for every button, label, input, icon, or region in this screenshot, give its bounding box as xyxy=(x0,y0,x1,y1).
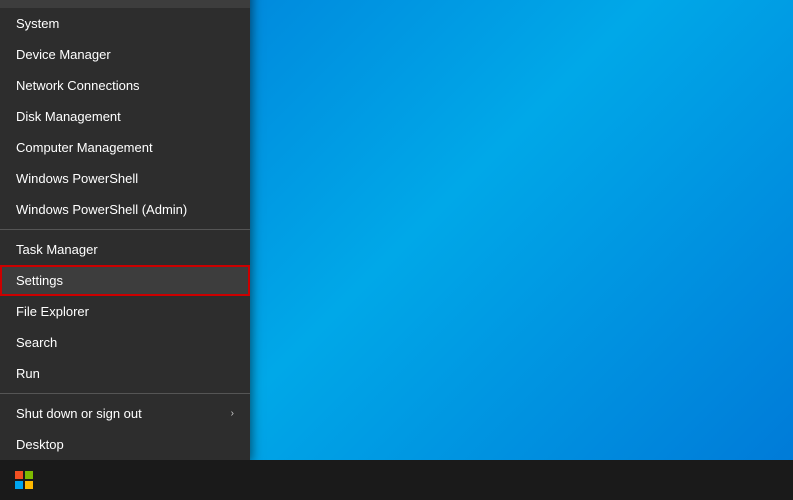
menu-separator xyxy=(0,229,250,230)
menu-item-label-search: Search xyxy=(16,335,57,350)
menu-item-windows-powershell[interactable]: Windows PowerShell xyxy=(0,163,250,194)
menu-item-label-desktop: Desktop xyxy=(16,437,64,452)
start-icon-red xyxy=(15,471,23,479)
start-button[interactable] xyxy=(0,460,48,500)
menu-item-task-manager[interactable]: Task Manager xyxy=(0,234,250,265)
menu-item-label-windows-powershell-admin: Windows PowerShell (Admin) xyxy=(16,202,187,217)
windows-logo-icon xyxy=(15,471,33,489)
start-icon-yellow xyxy=(25,481,33,489)
desktop: Apps and FeaturesPower OptionsEvent View… xyxy=(0,0,793,500)
menu-item-event-viewer[interactable]: Event Viewer xyxy=(0,0,250,8)
taskbar xyxy=(0,460,793,500)
menu-item-label-system: System xyxy=(16,16,59,31)
menu-item-device-manager[interactable]: Device Manager xyxy=(0,39,250,70)
start-icon-blue xyxy=(15,481,23,489)
menu-item-settings[interactable]: Settings xyxy=(0,265,250,296)
menu-item-shut-down-or-sign-out[interactable]: Shut down or sign out › xyxy=(0,398,250,429)
menu-item-file-explorer[interactable]: File Explorer xyxy=(0,296,250,327)
menu-item-computer-management[interactable]: Computer Management xyxy=(0,132,250,163)
menu-item-label-settings: Settings xyxy=(16,273,63,288)
menu-item-search[interactable]: Search xyxy=(0,327,250,358)
menu-item-disk-management[interactable]: Disk Management xyxy=(0,101,250,132)
menu-item-label-task-manager: Task Manager xyxy=(16,242,98,257)
menu-item-network-connections[interactable]: Network Connections xyxy=(0,70,250,101)
menu-separator xyxy=(0,393,250,394)
menu-item-label-windows-powershell: Windows PowerShell xyxy=(16,171,138,186)
menu-item-label-device-manager: Device Manager xyxy=(16,47,111,62)
menu-item-label-run: Run xyxy=(16,366,40,381)
start-icon-green xyxy=(25,471,33,479)
menu-item-label-shut-down-or-sign-out: Shut down or sign out xyxy=(16,406,142,421)
menu-item-label-disk-management: Disk Management xyxy=(16,109,121,124)
menu-item-windows-powershell-admin[interactable]: Windows PowerShell (Admin) xyxy=(0,194,250,225)
menu-item-label-computer-management: Computer Management xyxy=(16,140,153,155)
menu-item-system[interactable]: System xyxy=(0,8,250,39)
menu-item-label-network-connections: Network Connections xyxy=(16,78,140,93)
menu-item-label-file-explorer: File Explorer xyxy=(16,304,89,319)
menu-item-desktop[interactable]: Desktop xyxy=(0,429,250,460)
submenu-chevron-icon: › xyxy=(231,408,234,419)
menu-item-run[interactable]: Run xyxy=(0,358,250,389)
context-menu: Apps and FeaturesPower OptionsEvent View… xyxy=(0,0,250,460)
